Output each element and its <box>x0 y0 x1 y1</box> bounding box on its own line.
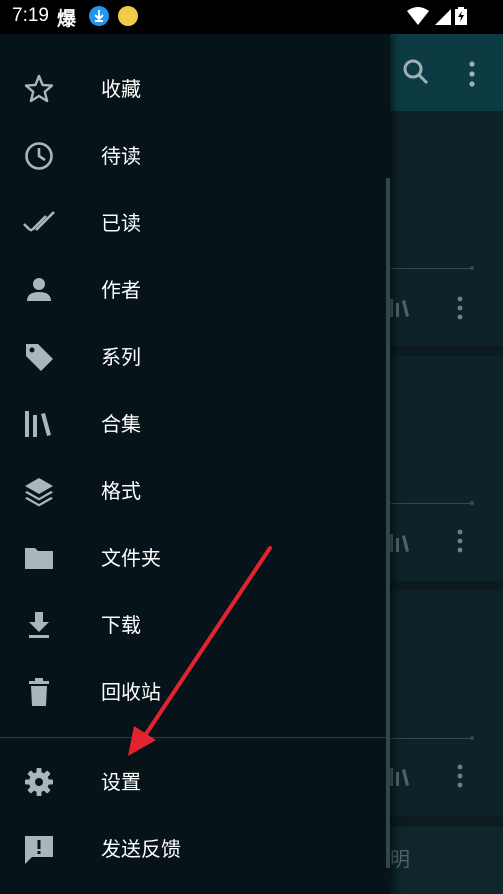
drawer-item-to-read[interactable]: 待读 <box>0 123 386 189</box>
drawer-item-label: 设置 <box>101 770 141 794</box>
battery-icon <box>455 7 467 25</box>
bottom-tab-label: 明 <box>390 847 410 871</box>
drawer-item-authors[interactable]: 作者 <box>0 257 386 323</box>
feedback-icon <box>22 832 56 866</box>
item-more-icon[interactable] <box>456 764 464 792</box>
folder-icon <box>22 541 56 575</box>
library-icon <box>390 297 410 323</box>
navigation-drawer: 收藏 待读 已读 作者 系列 合集 格式 文件夹 下载 回收站 设置 发送反馈 <box>0 34 390 894</box>
item-more-icon[interactable] <box>456 296 464 324</box>
person-icon <box>22 273 56 307</box>
library-icon <box>390 532 410 558</box>
drawer-item-label: 合集 <box>101 412 141 436</box>
search-icon[interactable] <box>402 58 430 90</box>
wifi-icon <box>407 7 459 31</box>
drawer-item-feedback[interactable]: 发送反馈 <box>0 816 386 882</box>
trash-icon <box>22 675 56 709</box>
drawer-item-label: 收藏 <box>101 77 141 101</box>
book-list: 明 <box>390 111 503 894</box>
progress-dot <box>470 736 474 740</box>
drawer-item-read[interactable]: 已读 <box>0 190 386 256</box>
annotation-arrow <box>128 546 272 756</box>
item-more-icon[interactable] <box>456 529 464 557</box>
download-icon <box>22 608 56 642</box>
layers-icon <box>22 474 56 508</box>
drawer-item-label: 系列 <box>101 345 141 369</box>
progress-line <box>390 738 472 739</box>
drawer-item-collections[interactable]: 合集 <box>0 391 386 457</box>
card-divider <box>390 816 503 826</box>
tag-icon <box>22 340 56 374</box>
drawer-scrollbar[interactable] <box>386 178 390 868</box>
app-bar <box>390 34 503 111</box>
library-icon <box>22 407 56 441</box>
drawer-item-label: 格式 <box>101 479 141 503</box>
drawer-item-formats[interactable]: 格式 <box>0 458 386 524</box>
drawer-item-label: 待读 <box>101 144 141 168</box>
progress-dot <box>470 266 474 270</box>
app-notification-icon <box>118 6 138 26</box>
progress-dot <box>470 501 474 505</box>
star-outline-icon <box>22 72 56 106</box>
download-notification-icon <box>89 6 109 26</box>
bottom-tab[interactable]: 明 <box>390 827 503 894</box>
drawer-item-label: 发送反馈 <box>101 837 181 861</box>
drawer-item-series[interactable]: 系列 <box>0 324 386 390</box>
library-icon <box>390 766 410 792</box>
status-bar: 7:19 爆 <box>0 0 503 34</box>
status-time: 7:19 <box>12 5 49 26</box>
drawer-item-label: 已读 <box>101 211 141 235</box>
gear-icon <box>22 765 56 799</box>
clock-icon <box>22 139 56 173</box>
drawer-item-favorites[interactable]: 收藏 <box>0 56 386 122</box>
progress-line <box>390 268 472 269</box>
card-divider <box>390 581 503 591</box>
drawer-item-label: 作者 <box>101 278 141 302</box>
done-all-icon <box>22 206 56 240</box>
more-options-icon[interactable] <box>468 61 476 91</box>
notification-app-icon: 爆 <box>57 8 77 30</box>
card-divider <box>390 346 503 356</box>
progress-line <box>390 503 472 504</box>
